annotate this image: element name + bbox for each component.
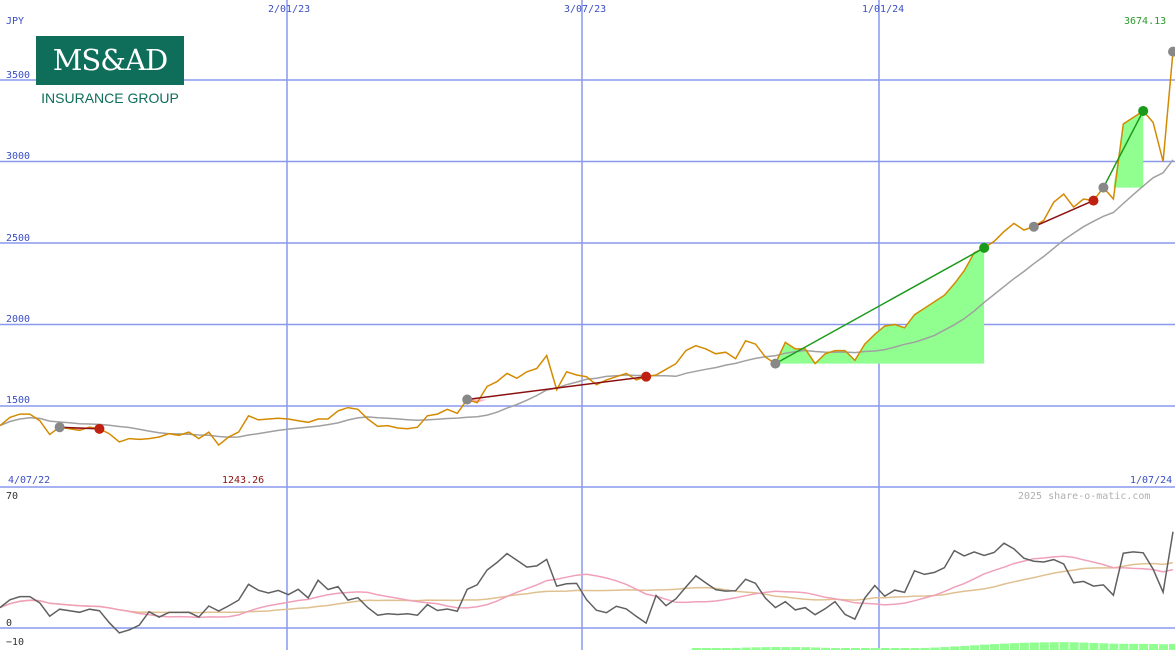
logo-tagline: INSURANCE GROUP (41, 90, 179, 106)
oscillator-bar (990, 644, 1000, 650)
oscillator-bar (1129, 643, 1139, 650)
x-tick-label: 1/01/24 (862, 4, 904, 15)
oscillator-signal-line (0, 555, 1174, 619)
oscillator-volume-bars (691, 642, 1175, 650)
x-tick-label: 3/07/23 (564, 4, 606, 15)
start-date-label: 4/07/22 (8, 475, 50, 486)
low-price-label: 1243.26 (222, 475, 264, 486)
trade-area (467, 399, 647, 403)
oscillator-bar (1149, 643, 1159, 650)
oscillator-line (0, 531, 1174, 634)
trade-exit-marker (1138, 105, 1149, 116)
credit-label: 2025 share-o-matic.com (1018, 491, 1150, 502)
trade-exit-marker (641, 371, 652, 382)
y-tick-label: 3500 (6, 70, 30, 81)
osc-tick-label: −10 (6, 637, 24, 648)
y-tick-label: 1500 (6, 395, 30, 406)
oscillator-bar (980, 644, 990, 650)
y-tick-label: 2500 (6, 233, 30, 244)
price-line (0, 51, 1174, 447)
oscillator-bar (1119, 643, 1129, 650)
oscillator-bar (1049, 642, 1059, 650)
oscillator-bar (1079, 642, 1089, 650)
trade-exit-marker (94, 423, 105, 434)
company-logo: MS&AD INSURANCE GROUP (36, 36, 184, 106)
trade-entry-marker (1098, 182, 1109, 193)
oscillator-bar (1009, 643, 1019, 650)
logo-brand: MS&AD (36, 36, 184, 85)
trade-exit-marker (979, 242, 990, 253)
oscillator-slow-line (0, 562, 1174, 614)
oscillator-bar (1089, 642, 1099, 650)
oscillator-bar (960, 645, 970, 650)
y-tick-label: 2000 (6, 314, 30, 325)
oscillator-bar (1039, 642, 1049, 650)
oscillator-bar (1059, 642, 1069, 650)
trade-entry-marker (1028, 221, 1039, 232)
end-date-label: 1/07/24 (1130, 475, 1172, 486)
trade-exit-marker (1088, 195, 1099, 206)
last-price-marker (1168, 46, 1175, 57)
last-price-label: 3674.13 (1124, 16, 1166, 27)
trade-entry-marker (770, 358, 781, 369)
currency-label: JPY (6, 16, 24, 27)
osc-tick-label: 0 (6, 618, 12, 629)
moving-average-line (0, 159, 1174, 438)
trade-line (1033, 199, 1094, 228)
oscillator-bar (1069, 642, 1079, 650)
trade-entry-marker (54, 422, 65, 433)
oscillator-bar (970, 645, 980, 650)
oscillator-bar (1099, 643, 1109, 650)
oscillator-bar (1109, 643, 1119, 650)
trade-line (467, 375, 647, 401)
oscillator-bar (1029, 642, 1039, 650)
oscillator-bar (1139, 643, 1149, 650)
y-tick-label: 3000 (6, 151, 30, 162)
oscillator-bar (1169, 643, 1175, 650)
osc-tick-label: 70 (6, 491, 18, 502)
x-tick-label: 2/01/23 (268, 4, 310, 15)
trade-entry-marker (462, 394, 473, 405)
oscillator-bar (950, 646, 960, 650)
oscillator-bar (1159, 644, 1169, 650)
oscillator-bar (1000, 643, 1010, 650)
oscillator-bar (1019, 642, 1029, 650)
